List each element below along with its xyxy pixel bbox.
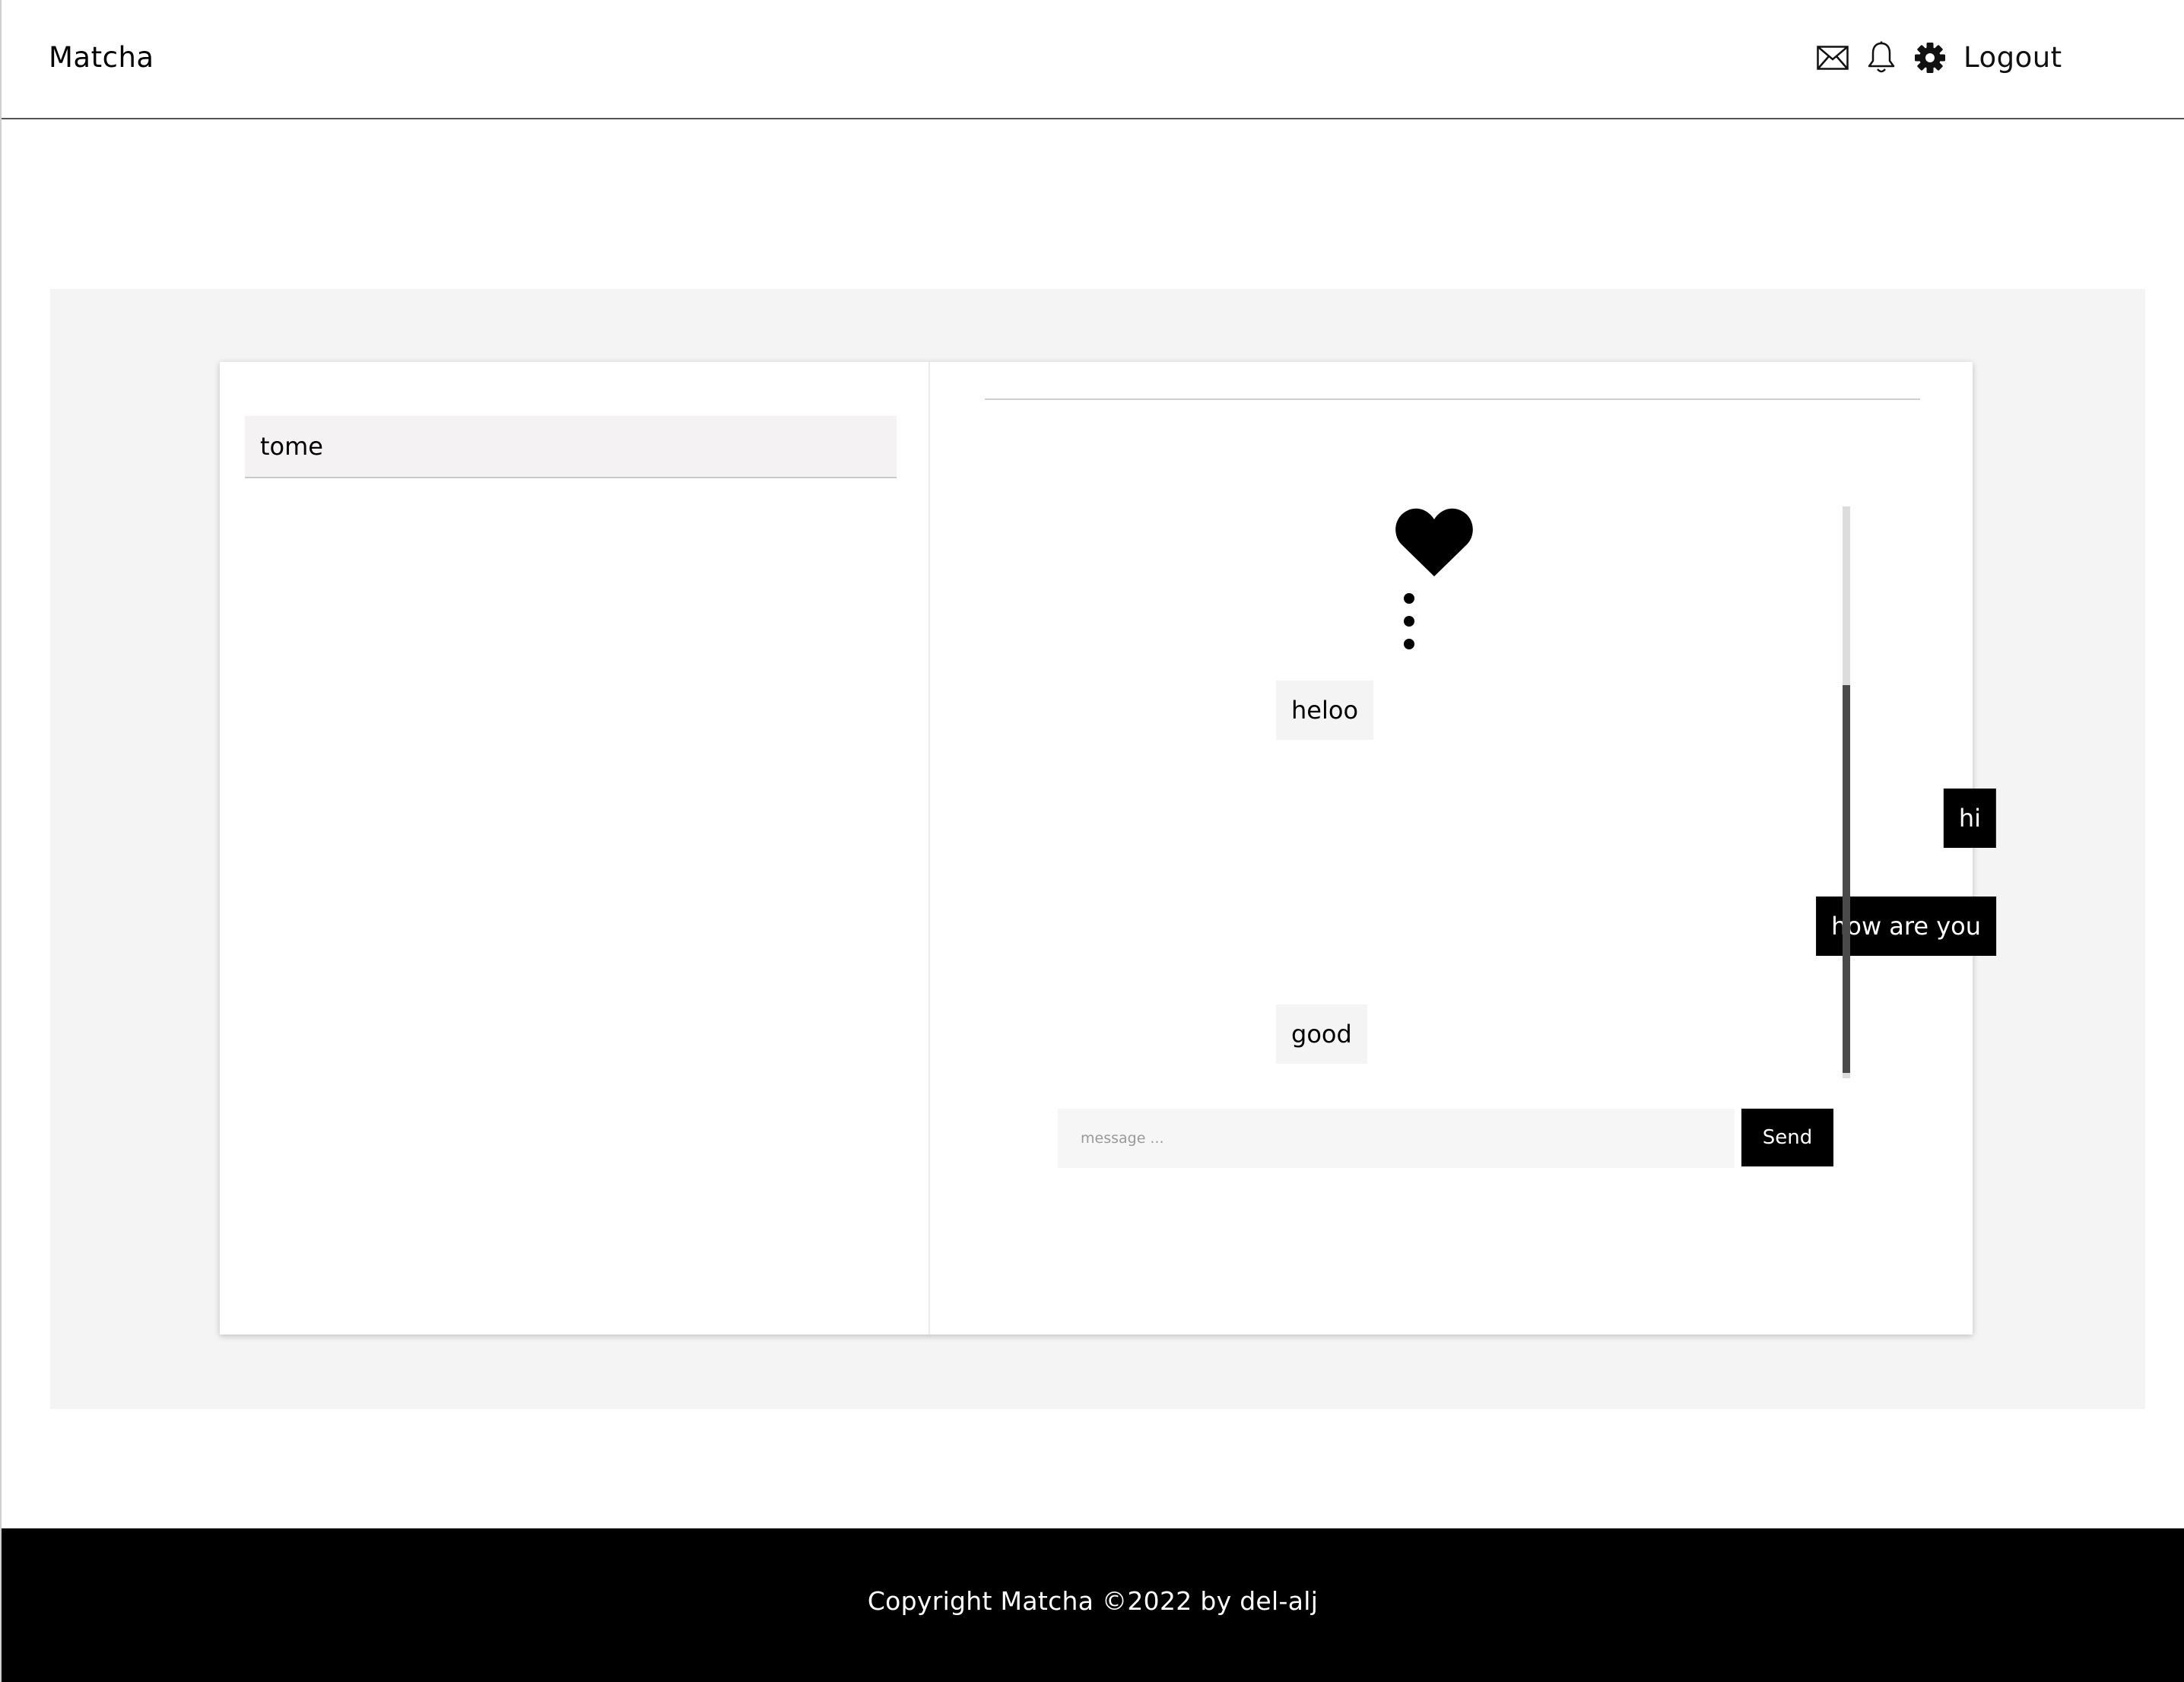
send-button[interactable]: Send: [1741, 1109, 1833, 1166]
gear-icon[interactable]: [1913, 41, 1947, 75]
header-actions: Logout: [1816, 36, 2062, 79]
chat-card: tome heloo hi how are you good message .…: [220, 362, 1996, 1334]
footer: Copyright Matcha ©2022 by del-alj: [2, 1528, 2184, 1682]
logout-link[interactable]: Logout: [1963, 40, 2062, 76]
vertical-dots-icon[interactable]: [1403, 592, 1415, 656]
brand-logo[interactable]: Matcha: [49, 40, 154, 76]
messages-scrollbar[interactable]: [1843, 506, 1850, 1078]
chat-section: tome heloo hi how are you good message .…: [50, 289, 2145, 1409]
contact-name: tome: [260, 432, 323, 461]
messages-area: heloo hi how are you good: [930, 362, 1996, 1334]
envelope-icon[interactable]: [1816, 41, 1849, 75]
copyright-text: Copyright Matcha ©2022 by del-alj: [867, 1586, 1319, 1616]
contacts-panel: tome: [220, 362, 930, 1334]
app-root: Matcha Logout tome heloo hi how are you …: [0, 0, 2184, 1682]
scrollbar-thumb[interactable]: [1843, 685, 1850, 1073]
bell-icon[interactable]: [1865, 41, 1898, 75]
heart-icon[interactable]: [1395, 506, 1474, 581]
message-incoming: heloo: [1276, 681, 1374, 740]
message-incoming: good: [1276, 1004, 1367, 1064]
conversation-panel: heloo hi how are you good Send: [930, 362, 1996, 1334]
top-navbar: Matcha Logout: [2, 0, 2184, 119]
message-input[interactable]: [1058, 1109, 1735, 1168]
contact-item[interactable]: tome: [245, 416, 897, 478]
message-outgoing: hi: [1943, 789, 1996, 848]
